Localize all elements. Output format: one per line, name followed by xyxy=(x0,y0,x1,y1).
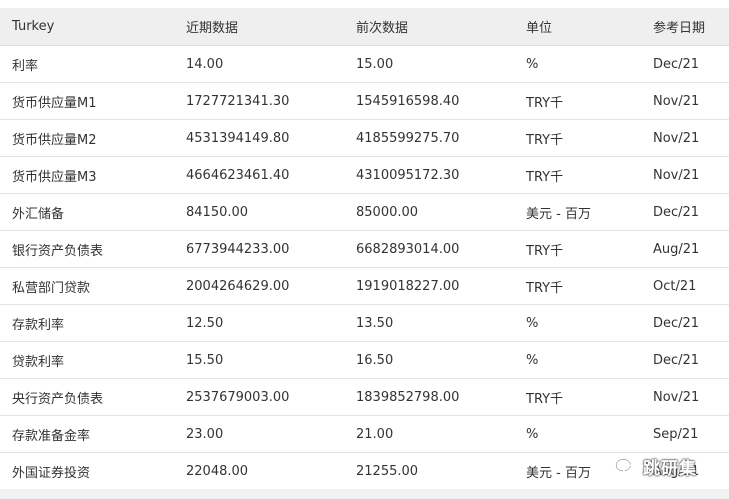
header-date: 参考日期 xyxy=(653,21,706,36)
latest-value: 15.50 xyxy=(186,352,224,368)
unit: % xyxy=(526,352,539,368)
latest-value: 14.00 xyxy=(186,56,224,72)
watermark: 跳研集 xyxy=(615,454,697,479)
reference-date: Dec/21 xyxy=(653,204,700,220)
unit: TRY千 xyxy=(526,391,564,407)
unit: 美元 - 百万 xyxy=(526,465,591,481)
previous-value: 6682893014.00 xyxy=(356,241,460,257)
reference-date: Dec/21 xyxy=(653,352,700,368)
header-country: Turkey xyxy=(12,19,55,34)
indicator-name: 存款准备金率 xyxy=(12,428,91,444)
table-row: 货币供应量M2 4531394149.80 4185599275.70 TRY千… xyxy=(0,120,729,157)
unit: % xyxy=(526,315,539,331)
table-row: 银行资产负债表 6773944233.00 6682893014.00 TRY千… xyxy=(0,231,729,268)
reference-date: Nov/21 xyxy=(653,93,700,109)
wechat-icon xyxy=(615,458,637,475)
indicator-name: 货币供应量M3 xyxy=(12,169,97,185)
latest-value: 2004264629.00 xyxy=(186,278,290,294)
header-unit: 单位 xyxy=(526,21,553,36)
latest-value: 22048.00 xyxy=(186,463,249,479)
indicator-name: 货币供应量M2 xyxy=(12,132,97,148)
previous-value: 13.50 xyxy=(356,315,394,331)
indicator-name: 外国证券投资 xyxy=(12,465,91,481)
reference-date: Nov/21 xyxy=(653,389,700,405)
latest-value: 2537679003.00 xyxy=(186,389,290,405)
reference-date: Dec/21 xyxy=(653,56,700,72)
unit: TRY千 xyxy=(526,132,564,148)
previous-value: 16.50 xyxy=(356,352,394,368)
unit: TRY千 xyxy=(526,95,564,111)
table-row: 私营部门贷款 2004264629.00 1919018227.00 TRY千 … xyxy=(0,268,729,305)
previous-value: 1545916598.40 xyxy=(356,93,460,109)
table-row: 贷款利率 15.50 16.50 % Dec/21 xyxy=(0,342,729,379)
reference-date: Nov/21 xyxy=(653,130,700,146)
indicator-name: 货币供应量M1 xyxy=(12,95,97,111)
table-row: 利率 14.00 15.00 % Dec/21 xyxy=(0,46,729,83)
latest-value: 1727721341.30 xyxy=(186,93,290,109)
table-row: 存款利率 12.50 13.50 % Dec/21 xyxy=(0,305,729,342)
unit: TRY千 xyxy=(526,280,564,296)
latest-value: 12.50 xyxy=(186,315,224,331)
latest-value: 4531394149.80 xyxy=(186,130,290,146)
table-row: 货币供应量M3 4664623461.40 4310095172.30 TRY千… xyxy=(0,157,729,194)
header-latest: 近期数据 xyxy=(186,21,239,36)
reference-date: Dec/21 xyxy=(653,315,700,331)
previous-value: 21255.00 xyxy=(356,463,419,479)
indicator-name: 外汇储备 xyxy=(12,206,65,222)
unit: 美元 - 百万 xyxy=(526,206,591,222)
previous-value: 21.00 xyxy=(356,426,394,442)
previous-value: 4310095172.30 xyxy=(356,167,460,183)
previous-value: 4185599275.70 xyxy=(356,130,460,146)
table-row: 央行资产负债表 2537679003.00 1839852798.00 TRY千… xyxy=(0,379,729,416)
unit: TRY千 xyxy=(526,169,564,185)
reference-date: Sep/21 xyxy=(653,426,699,442)
table-row: 外汇储备 84150.00 85000.00 美元 - 百万 Dec/21 xyxy=(0,194,729,231)
previous-value: 85000.00 xyxy=(356,204,419,220)
watermark-text: 跳研集 xyxy=(643,459,697,479)
latest-value: 23.00 xyxy=(186,426,224,442)
previous-value: 1839852798.00 xyxy=(356,389,460,405)
latest-value: 4664623461.40 xyxy=(186,167,290,183)
unit: TRY千 xyxy=(526,243,564,259)
indicator-name: 私营部门贷款 xyxy=(12,280,91,296)
indicator-name: 利率 xyxy=(12,58,39,74)
unit: % xyxy=(526,56,539,72)
unit: % xyxy=(526,426,539,442)
latest-value: 84150.00 xyxy=(186,204,249,220)
reference-date: Nov/21 xyxy=(653,167,700,183)
reference-date: Aug/21 xyxy=(653,241,700,257)
previous-value: 15.00 xyxy=(356,56,394,72)
previous-value: 1919018227.00 xyxy=(356,278,460,294)
reference-date: Oct/21 xyxy=(653,278,697,294)
table-header: Turkey 近期数据 前次数据 单位 参考日期 xyxy=(0,8,729,46)
indicator-name: 存款利率 xyxy=(12,317,65,333)
header-previous: 前次数据 xyxy=(356,21,409,36)
indicator-name: 银行资产负债表 xyxy=(12,243,104,259)
table-row: 货币供应量M1 1727721341.30 1545916598.40 TRY千… xyxy=(0,83,729,120)
indicator-name: 央行资产负债表 xyxy=(12,391,104,407)
table-footer-strip xyxy=(0,489,729,499)
indicator-name: 贷款利率 xyxy=(12,354,65,370)
table-row: 存款准备金率 23.00 21.00 % Sep/21 xyxy=(0,416,729,453)
latest-value: 6773944233.00 xyxy=(186,241,290,257)
